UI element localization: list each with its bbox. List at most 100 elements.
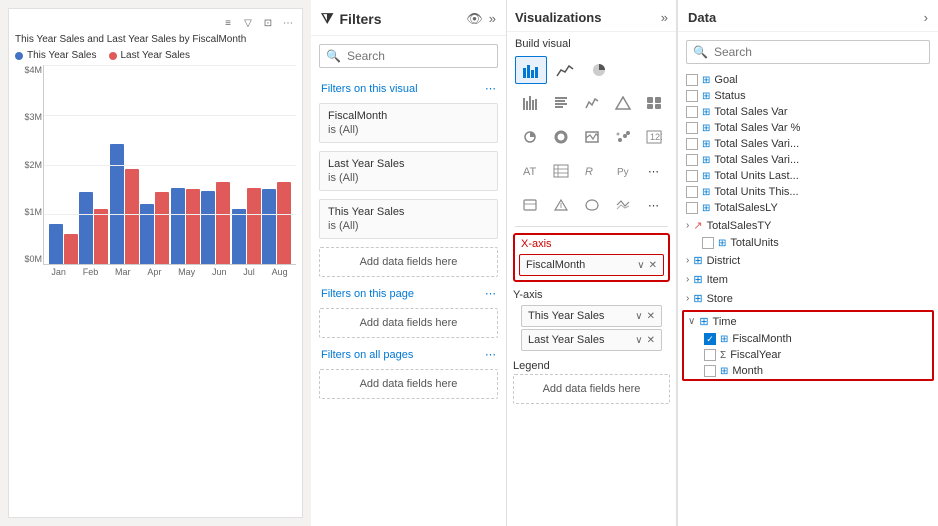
checkbox-totalsalesly[interactable] xyxy=(686,202,698,214)
filters-header: ⧩ Filters 👁 » xyxy=(311,0,506,36)
filters-search-box[interactable]: 🔍 xyxy=(319,44,498,68)
tree-item-goal[interactable]: ⊞ Goal xyxy=(682,72,934,88)
filter-card-fiscalmonth-value: is (All) xyxy=(328,124,489,136)
checkbox-goal[interactable] xyxy=(686,74,698,86)
filters-visual-more-icon[interactable]: ⋯ xyxy=(485,82,496,95)
x-label-apr: Apr xyxy=(147,267,161,277)
checkbox-status[interactable] xyxy=(686,90,698,102)
viz-icon-12[interactable] xyxy=(546,158,575,184)
viz-icon-14[interactable]: Py xyxy=(608,158,637,184)
viz-icon-8[interactable] xyxy=(577,124,606,150)
y-axis-field-box-2[interactable]: Last Year Sales ∨ ✕ xyxy=(521,329,662,351)
y-axis-close-1-icon[interactable]: ✕ xyxy=(647,311,655,322)
add-fields-all-btn[interactable]: Add data fields here xyxy=(319,369,498,399)
tree-item-totalunits[interactable]: ⊞ TotalUnits xyxy=(698,235,934,251)
viz-icon-10[interactable]: 123 xyxy=(639,124,668,150)
viz-icon-15[interactable]: ⋯ xyxy=(639,158,668,184)
viz-expand-icon[interactable]: » xyxy=(661,10,668,25)
viz-icon-4[interactable] xyxy=(608,90,637,116)
viz-pie-chart-icon[interactable] xyxy=(583,56,615,84)
tree-group-item[interactable]: › ⊞ Item xyxy=(682,270,934,289)
checkbox-totalsalesvari1[interactable] xyxy=(686,138,698,150)
filters-all-more-icon[interactable]: ⋯ xyxy=(485,348,496,361)
tree-item-totalsalesvari2[interactable]: ⊞ Total Sales Vari... xyxy=(682,152,934,168)
data-search-box[interactable]: 🔍 xyxy=(686,40,930,64)
tree-group-store[interactable]: › ⊞ Store xyxy=(682,289,934,308)
y-label-4m: $4M xyxy=(14,65,42,75)
filter-card-thisyearsales[interactable]: This Year Sales is (All) xyxy=(319,199,498,239)
viz-icon-5[interactable] xyxy=(639,90,668,116)
viz-bar-chart-icon[interactable] xyxy=(515,56,547,84)
y-axis-chevron-1-icon[interactable]: ∨ xyxy=(635,311,642,322)
viz-icon-1[interactable] xyxy=(515,90,544,116)
tree-item-month[interactable]: ⊞ Month xyxy=(700,363,932,379)
checkbox-totalunitsthis[interactable] xyxy=(686,186,698,198)
filter-card-fiscalmonth[interactable]: FiscalMonth is (All) xyxy=(319,103,498,143)
tree-group-district[interactable]: › ⊞ District xyxy=(682,251,934,270)
tree-item-totalunitsthis[interactable]: ⊞ Total Units This... xyxy=(682,184,934,200)
viz-icon-6[interactable] xyxy=(515,124,544,150)
x-axis-chevron-icon[interactable]: ∨ xyxy=(637,260,644,271)
tree-item-fiscalmonth[interactable]: ✓ ⊞ FiscalMonth xyxy=(700,331,932,347)
legend-label-this-year: This Year Sales xyxy=(27,50,97,61)
viz-icon-19[interactable] xyxy=(608,192,637,218)
checkbox-totalsalesvar[interactable] xyxy=(686,106,698,118)
y-axis-chevron-2-icon[interactable]: ∨ xyxy=(635,335,642,346)
filter-card-lastyearsales[interactable]: Last Year Sales is (All) xyxy=(319,151,498,191)
data-expand-icon[interactable]: › xyxy=(924,10,928,25)
viz-icon-3[interactable] xyxy=(577,90,606,116)
viz-line-chart-icon[interactable] xyxy=(549,56,581,84)
more-icon[interactable]: ⋯ xyxy=(280,15,296,31)
y-axis-close-2-icon[interactable]: ✕ xyxy=(647,335,655,346)
tree-item-totalsalesly[interactable]: ⊞ TotalSalesLY xyxy=(682,200,934,216)
tree-item-totalsalesvari1[interactable]: ⊞ Total Sales Vari... xyxy=(682,136,934,152)
checkbox-totalunitslast[interactable] xyxy=(686,170,698,182)
viz-icon-2[interactable] xyxy=(546,90,575,116)
tree-group-time[interactable]: ∨ ⊞ Time xyxy=(684,312,932,331)
filter-icon[interactable]: ▽ xyxy=(240,15,256,31)
checkbox-totalsalesvari2[interactable] xyxy=(686,154,698,166)
y-label-3m: $3M xyxy=(14,112,42,122)
tree-item-totalunitslast[interactable]: ⊞ Total Units Last... xyxy=(682,168,934,184)
checkbox-month[interactable] xyxy=(704,365,716,377)
viz-icon-20[interactable]: ⋯ xyxy=(639,192,668,218)
legend-add-fields-btn[interactable]: Add data fields here xyxy=(513,374,670,404)
viz-icon-7[interactable] xyxy=(546,124,575,150)
tree-item-totalsalesvarp[interactable]: ⊞ Total Sales Var % xyxy=(682,120,934,136)
filters-page-more-icon[interactable]: ⋯ xyxy=(485,287,496,300)
add-fields-page-btn[interactable]: Add data fields here xyxy=(319,308,498,338)
checkbox-totalunits[interactable] xyxy=(702,237,714,249)
expand-icon[interactable]: ⊡ xyxy=(260,15,276,31)
checkbox-totalsalesvarp[interactable] xyxy=(686,122,698,134)
tree-label-totalsalesvari2: Total Sales Vari... xyxy=(714,154,799,166)
viz-icon-17[interactable] xyxy=(546,192,575,218)
expand-item-icon[interactable]: › xyxy=(686,274,689,285)
add-fields-visual-btn[interactable]: Add data fields here xyxy=(319,247,498,277)
tree-group-totalsalesty[interactable]: › ↗ TotalSalesTY xyxy=(682,216,934,235)
data-search-input[interactable] xyxy=(714,45,923,59)
x-axis-close-icon[interactable]: ✕ xyxy=(649,260,657,271)
tree-item-totalsalesvar[interactable]: ⊞ Total Sales Var xyxy=(682,104,934,120)
checkbox-fiscalyear[interactable] xyxy=(704,349,716,361)
expand-district-icon[interactable]: › xyxy=(686,255,689,266)
viz-title: Visualizations xyxy=(515,10,601,25)
tree-item-status[interactable]: ⊞ Status xyxy=(682,88,934,104)
table-icon-totalunitslast: ⊞ xyxy=(702,171,710,182)
viz-icon-9[interactable] xyxy=(608,124,637,150)
viz-icon-11[interactable]: AT xyxy=(515,158,544,184)
expand-store-icon[interactable]: › xyxy=(686,293,689,304)
viz-icon-13[interactable]: R xyxy=(577,158,606,184)
filters-expand-icon[interactable]: » xyxy=(489,11,496,26)
filters-search-input[interactable] xyxy=(347,49,491,63)
filter-card-lastyearsales-value: is (All) xyxy=(328,172,489,184)
hamburger-icon[interactable]: ≡ xyxy=(220,15,236,31)
viz-icon-18[interactable] xyxy=(577,192,606,218)
expand-totalsalesty-icon[interactable]: › xyxy=(686,220,689,231)
viz-icon-16[interactable] xyxy=(515,192,544,218)
y-axis-field-box-1[interactable]: This Year Sales ∨ ✕ xyxy=(521,305,662,327)
x-axis-field-box[interactable]: FiscalMonth ∨ ✕ xyxy=(519,254,664,276)
filters-eye-icon[interactable]: 👁 xyxy=(466,11,483,27)
checkbox-fiscalmonth[interactable]: ✓ xyxy=(704,333,716,345)
expand-time-icon[interactable]: ∨ xyxy=(688,316,695,327)
tree-item-fiscalyear[interactable]: Σ FiscalYear xyxy=(700,347,932,363)
